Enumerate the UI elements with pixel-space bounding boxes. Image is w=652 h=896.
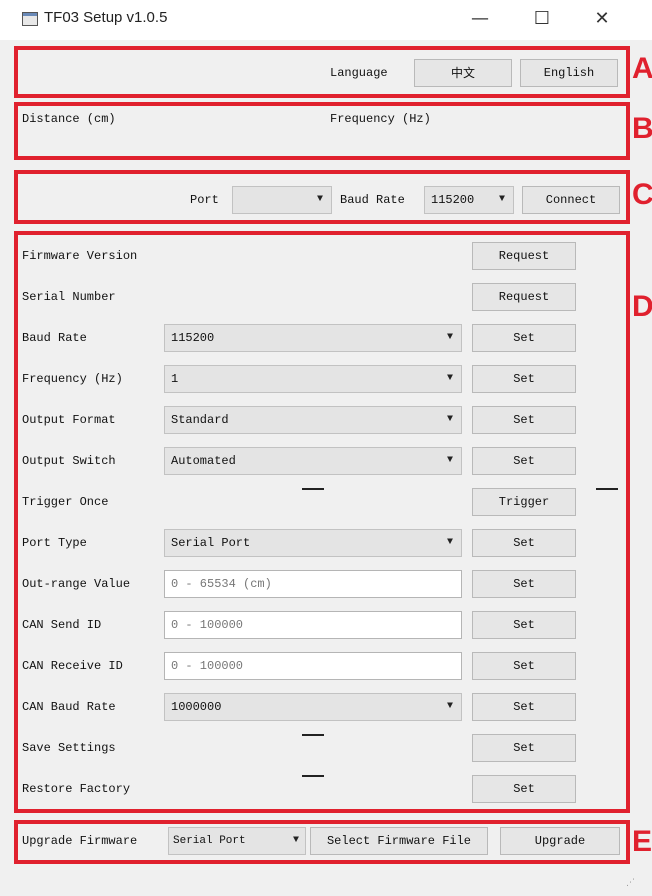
upgrade-firmware-label: Upgrade Firmware xyxy=(22,834,138,848)
chinese-language-button[interactable]: 中文 xyxy=(414,59,512,87)
port-type-select-value: Serial Port xyxy=(171,536,251,550)
output-format-set-button[interactable]: Set xyxy=(472,406,576,434)
can-baud-rate-select-value: 1000000 xyxy=(171,700,222,714)
connection-baud-select[interactable]: 115200 ▼ xyxy=(424,186,514,214)
save-settings-label: Save Settings xyxy=(22,741,116,755)
section-settings xyxy=(14,231,630,813)
baud-rate-setting-label: Baud Rate xyxy=(22,331,87,345)
restore-factory-dash xyxy=(302,775,324,777)
can-baud-rate-label: CAN Baud Rate xyxy=(22,700,116,714)
firmware-version-request-button[interactable]: Request xyxy=(472,242,576,270)
can-baud-rate-set-button[interactable]: Set xyxy=(472,693,576,721)
window-title: TF03 Setup v1.0.5 xyxy=(44,9,168,26)
can-receive-id-label: CAN Receive ID xyxy=(22,659,123,673)
restore-factory-set-button[interactable]: Set xyxy=(472,775,576,803)
can-baud-rate-select[interactable]: 1000000 ▼ xyxy=(164,693,462,721)
app-icon xyxy=(22,12,38,26)
output-format-select[interactable]: Standard ▼ xyxy=(164,406,462,434)
serial-number-label: Serial Number xyxy=(22,290,116,304)
chevron-down-icon: ▼ xyxy=(446,701,453,712)
chevron-down-icon: ▼ xyxy=(446,332,453,343)
distance-label: Distance (cm) xyxy=(22,112,116,126)
output-format-select-value: Standard xyxy=(171,413,229,427)
trigger-once-value-dash xyxy=(302,488,324,490)
upgrade-port-select-value: Serial Port xyxy=(173,835,246,847)
frequency-set-button[interactable]: Set xyxy=(472,365,576,393)
output-format-label: Output Format xyxy=(22,413,116,427)
chevron-down-icon: ▼ xyxy=(446,455,453,466)
trigger-once-label: Trigger Once xyxy=(22,495,109,509)
baud-rate-select[interactable]: 115200 ▼ xyxy=(164,324,462,352)
port-label: Port xyxy=(190,193,219,207)
chevron-down-icon: ▼ xyxy=(446,414,453,425)
close-button[interactable]: ✕ xyxy=(580,4,624,34)
frequency-select-value: 1 xyxy=(171,372,179,386)
out-range-value-label: Out-range Value xyxy=(22,577,131,591)
chevron-down-icon: ▼ xyxy=(446,373,453,384)
minimize-button[interactable]: — xyxy=(458,4,502,34)
maximize-button[interactable]: ☐ xyxy=(520,4,564,34)
serial-number-request-button[interactable]: Request xyxy=(472,283,576,311)
frequency-readout-label: Frequency (Hz) xyxy=(330,112,431,126)
chevron-down-icon: ▼ xyxy=(446,537,453,548)
restore-factory-label: Restore Factory xyxy=(22,782,131,796)
language-label: Language xyxy=(330,66,388,80)
chevron-down-icon: ▼ xyxy=(498,194,505,205)
output-switch-label: Output Switch xyxy=(22,454,116,468)
can-send-id-input[interactable]: 0 - 100000 xyxy=(164,611,462,639)
title-bar: TF03 Setup v1.0.5 — ☐ ✕ xyxy=(0,0,652,40)
upgrade-button[interactable]: Upgrade xyxy=(500,827,620,855)
out-range-value-input[interactable]: 0 - 65534 (cm) xyxy=(164,570,462,598)
section-letter-c: C xyxy=(632,178,652,211)
upgrade-port-select[interactable]: Serial Port ▼ xyxy=(168,827,306,855)
can-send-id-set-button[interactable]: Set xyxy=(472,611,576,639)
section-readout xyxy=(14,102,630,160)
frequency-setting-label: Frequency (Hz) xyxy=(22,372,123,386)
chevron-down-icon: ▼ xyxy=(316,194,323,205)
output-switch-select[interactable]: Automated ▼ xyxy=(164,447,462,475)
trigger-button[interactable]: Trigger xyxy=(472,488,576,516)
port-select[interactable]: ▼ xyxy=(232,186,332,214)
english-language-button[interactable]: English xyxy=(520,59,618,87)
select-firmware-file-button[interactable]: Select Firmware File xyxy=(310,827,488,855)
baud-rate-select-value: 115200 xyxy=(171,331,215,345)
output-switch-set-button[interactable]: Set xyxy=(472,447,576,475)
trigger-status-dash xyxy=(596,488,618,490)
save-settings-set-button[interactable]: Set xyxy=(472,734,576,762)
baud-rate-label: Baud Rate xyxy=(340,193,405,207)
output-switch-select-value: Automated xyxy=(171,454,236,468)
save-settings-dash xyxy=(302,734,324,736)
can-receive-id-input[interactable]: 0 - 100000 xyxy=(164,652,462,680)
can-receive-id-set-button[interactable]: Set xyxy=(472,652,576,680)
chevron-down-icon: ▼ xyxy=(292,835,299,846)
port-type-set-button[interactable]: Set xyxy=(472,529,576,557)
firmware-version-label: Firmware Version xyxy=(22,249,138,263)
frequency-select[interactable]: 1 ▼ xyxy=(164,365,462,393)
out-range-set-button[interactable]: Set xyxy=(472,570,576,598)
section-letter-d: D xyxy=(632,290,652,323)
section-letter-a: A xyxy=(632,52,652,85)
section-letter-b: B xyxy=(632,112,652,145)
section-letter-e: E xyxy=(632,825,652,858)
connect-button[interactable]: Connect xyxy=(522,186,620,214)
connection-baud-value: 115200 xyxy=(431,193,475,207)
resize-grip-icon[interactable]: ⋰ xyxy=(626,878,636,888)
port-type-label: Port Type xyxy=(22,536,87,550)
baud-rate-set-button[interactable]: Set xyxy=(472,324,576,352)
can-send-id-label: CAN Send ID xyxy=(22,618,102,632)
port-type-select[interactable]: Serial Port ▼ xyxy=(164,529,462,557)
